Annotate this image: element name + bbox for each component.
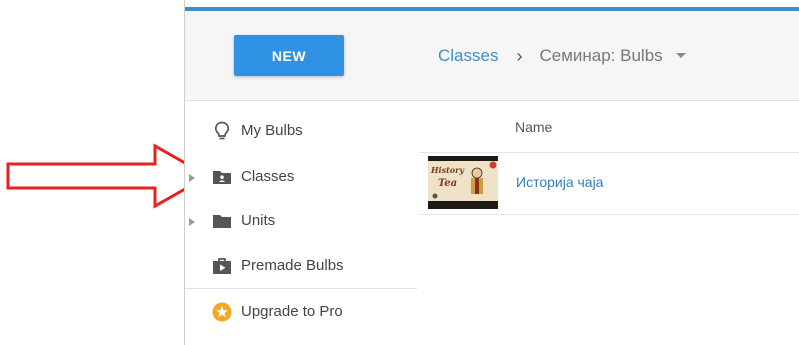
column-header-name[interactable]: Name	[515, 119, 552, 135]
file-list: Name History Tea Историја чаја	[417, 101, 799, 345]
caret-down-icon[interactable]	[675, 53, 686, 59]
history-of-tea-thumbnail[interactable]: History Tea	[428, 156, 498, 209]
sidebar: My Bulbs Classes Units Premade Bulbs Upg…	[185, 101, 417, 345]
sidebar-item-label: Units	[241, 212, 276, 229]
sidebar-item-classes[interactable]: Classes	[185, 155, 417, 199]
sidebar-item-label: Classes	[241, 168, 295, 185]
folder-icon	[211, 209, 233, 233]
sidebar-item-my-bulbs[interactable]: My Bulbs	[185, 109, 417, 153]
sidebar-item-label: My Bulbs	[241, 122, 303, 139]
sidebar-item-upgrade[interactable]: Upgrade to Pro	[185, 290, 417, 334]
breadcrumb-separator: ›	[516, 45, 523, 66]
premade-bulbs-icon	[211, 254, 233, 278]
breadcrumb-classes-link[interactable]: Classes	[438, 46, 498, 66]
star-badge-icon	[211, 300, 233, 324]
sidebar-item-label: Premade Bulbs	[241, 257, 344, 274]
breadcrumb-current[interactable]: Семинар: Bulbs	[539, 46, 662, 66]
lightbulb-icon	[211, 119, 233, 143]
file-name-link[interactable]: Историја чаја	[516, 174, 603, 190]
expand-arrow-icon[interactable]	[189, 218, 195, 226]
table-row[interactable]: History Tea Историја чаја	[419, 152, 799, 215]
app-window: NEW Classes › Семинар: Bulbs My Bulbs Cl…	[184, 0, 799, 345]
sidebar-item-label: Upgrade to Pro	[241, 303, 343, 320]
svg-text:Tea: Tea	[438, 178, 457, 189]
sidebar-item-premade-bulbs[interactable]: Premade Bulbs	[185, 244, 417, 288]
sidebar-item-units[interactable]: Units	[185, 199, 417, 243]
header: NEW Classes › Семинар: Bulbs	[185, 11, 799, 101]
class-folder-icon	[211, 165, 233, 189]
annotation-arrow	[6, 143, 212, 209]
svg-text:History: History	[430, 165, 465, 175]
sidebar-divider	[185, 288, 417, 289]
new-button[interactable]: NEW	[234, 35, 344, 76]
expand-arrow-icon[interactable]	[189, 174, 195, 182]
breadcrumb: Classes › Семинар: Bulbs	[438, 44, 686, 68]
